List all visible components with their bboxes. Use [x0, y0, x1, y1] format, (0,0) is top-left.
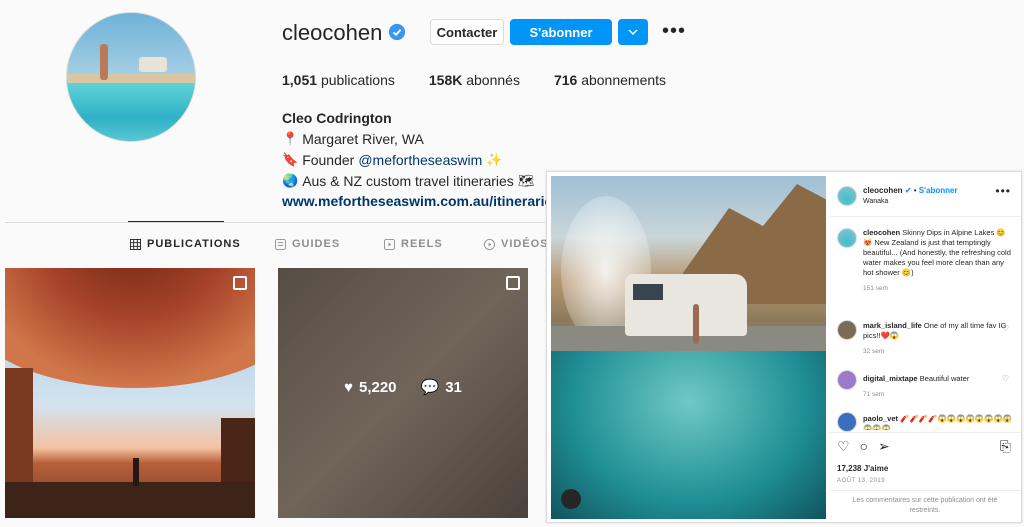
caption-avatar[interactable] [837, 228, 857, 248]
comment-1: mark_island_life One of my all time fav … [863, 321, 1007, 355]
carousel-icon [506, 276, 520, 290]
post-location[interactable]: Wanaka [863, 198, 888, 205]
grid-post-1[interactable] [5, 268, 255, 518]
reels-icon [384, 238, 395, 250]
clear-water [551, 351, 826, 519]
cave-arch [5, 268, 255, 388]
avatar-water [67, 83, 195, 141]
likes-stat: ♥ 5,220 [344, 378, 397, 396]
header-divider [829, 216, 1021, 217]
post-author-avatar[interactable] [837, 186, 857, 206]
post-more-icon[interactable]: ••• [995, 184, 1011, 198]
comment-bubble-icon: 💬 [420, 379, 440, 396]
post-caption: cleocohen Skinny Dips in Alpine Lakes 😊😻… [863, 228, 1011, 292]
share-icon[interactable]: ➢ [878, 438, 890, 455]
save-icon[interactable]: ⎘ [1000, 438, 1011, 455]
post-follow-button[interactable]: S'abonner [919, 186, 958, 195]
bio-website-link[interactable]: www.mefortheseaswim.com.au/itineraries [282, 193, 560, 209]
grid-icon [130, 238, 141, 250]
bio-founder: 🔖 Founder @mefortheseaswim ✨ [282, 152, 503, 168]
heart-icon: ♥ [344, 378, 353, 396]
pin-icon: 📍 [282, 131, 299, 146]
follow-button[interactable]: S'abonner [510, 19, 612, 45]
van-window [633, 284, 663, 300]
tab-reels[interactable]: REELS [384, 238, 443, 250]
tab-publications[interactable]: PUBLICATIONS [130, 238, 241, 250]
post-actions: ♡ ○ ➢ [837, 438, 890, 455]
likes-count[interactable]: 17,238 J'aime [837, 464, 888, 473]
person-figure [693, 304, 699, 344]
instagram-profile-page: cleocohen Contacter S'abonner ••• 1,051 … [0, 0, 1024, 527]
comment-2: digital_mixtape Beautiful water 71 sem [863, 374, 970, 398]
comment-3: paolo_vet 🧨🧨🧨🧨😱😱😱😱😱😱😱😱😱😱😱 [863, 414, 1013, 430]
comment-avatar[interactable] [837, 320, 857, 340]
post-image[interactable] [551, 176, 826, 519]
comment-like-icon[interactable]: ♡ [1002, 416, 1009, 425]
map-icon: 🗺 [517, 173, 535, 188]
post-sidebar: cleocohen ✔ • S'abonner Wanaka ••• cleoc… [829, 172, 1021, 522]
post-date: AOÛT 13, 2019 [837, 478, 886, 484]
like-icon[interactable]: ♡ [837, 438, 850, 455]
post-author-username[interactable]: cleocohen [863, 186, 903, 195]
contact-button[interactable]: Contacter [430, 19, 504, 45]
user-tag-icon[interactable] [561, 489, 581, 509]
carousel-icon [233, 276, 247, 290]
hiker-figure [133, 458, 139, 486]
bio-location: 📍 Margaret River, WA [282, 131, 424, 147]
profile-full-name: Cleo Codrington [282, 110, 392, 126]
bio-itineraries: 🌏 Aus & NZ custom travel itineraries 🗺 [282, 173, 535, 189]
suggestions-dropdown-button[interactable] [618, 19, 648, 45]
chevron-down-icon [628, 29, 638, 36]
tab-videos[interactable]: VIDÉOS [484, 238, 549, 250]
hover-stats: ♥ 5,220 💬 31 [278, 378, 528, 397]
verified-badge-icon [388, 23, 406, 41]
avatar-van [138, 56, 167, 72]
comment-icon[interactable]: ○ [860, 438, 868, 455]
comment-like-icon[interactable]: ♡ [1002, 374, 1009, 383]
following-count[interactable]: 716 abonnements [554, 72, 666, 88]
comments-stat: 💬 31 [420, 378, 462, 397]
grid-post-2[interactable]: ♥ 5,220 💬 31 [278, 268, 528, 518]
posts-count[interactable]: 1,051 publications [282, 72, 395, 88]
comment-like-icon[interactable]: ♡ [1002, 324, 1009, 333]
guide-icon [275, 238, 286, 250]
sparkle-icon: ✨ [486, 152, 503, 167]
separator: • [913, 186, 917, 195]
bottom-divider [829, 490, 1021, 491]
profile-username: cleocohen [282, 20, 383, 45]
avatar-sky [67, 13, 195, 77]
followers-count[interactable]: 158K abonnés [429, 72, 520, 88]
verified-badge-icon: ✔ [904, 186, 912, 195]
post-header: cleocohen ✔ • S'abonner [863, 186, 958, 195]
profile-avatar[interactable] [66, 12, 196, 142]
actions-divider [829, 432, 1021, 433]
bio-mention-link[interactable]: @mefortheseaswim [358, 152, 482, 168]
tabs-divider [5, 222, 545, 223]
ground [5, 482, 255, 518]
active-tab-indicator [128, 221, 224, 222]
profile-stats: 1,051 publications 158K abonnés 716 abon… [282, 72, 666, 88]
comment-avatar[interactable] [837, 412, 857, 432]
comment-avatar[interactable] [837, 370, 857, 390]
post-modal: cleocohen ✔ • S'abonner Wanaka ••• cleoc… [546, 171, 1022, 523]
comments-restricted-notice: Les commentaires sur cette publication o… [852, 497, 998, 514]
globe-icon: 🌏 [282, 173, 299, 188]
camper-van [625, 274, 747, 336]
avatar-person [100, 43, 108, 80]
flag-icon: 🔖 [282, 152, 299, 167]
more-options-icon[interactable]: ••• [662, 20, 686, 43]
tab-guides[interactable]: GUIDES [275, 238, 340, 250]
video-icon [484, 238, 495, 250]
